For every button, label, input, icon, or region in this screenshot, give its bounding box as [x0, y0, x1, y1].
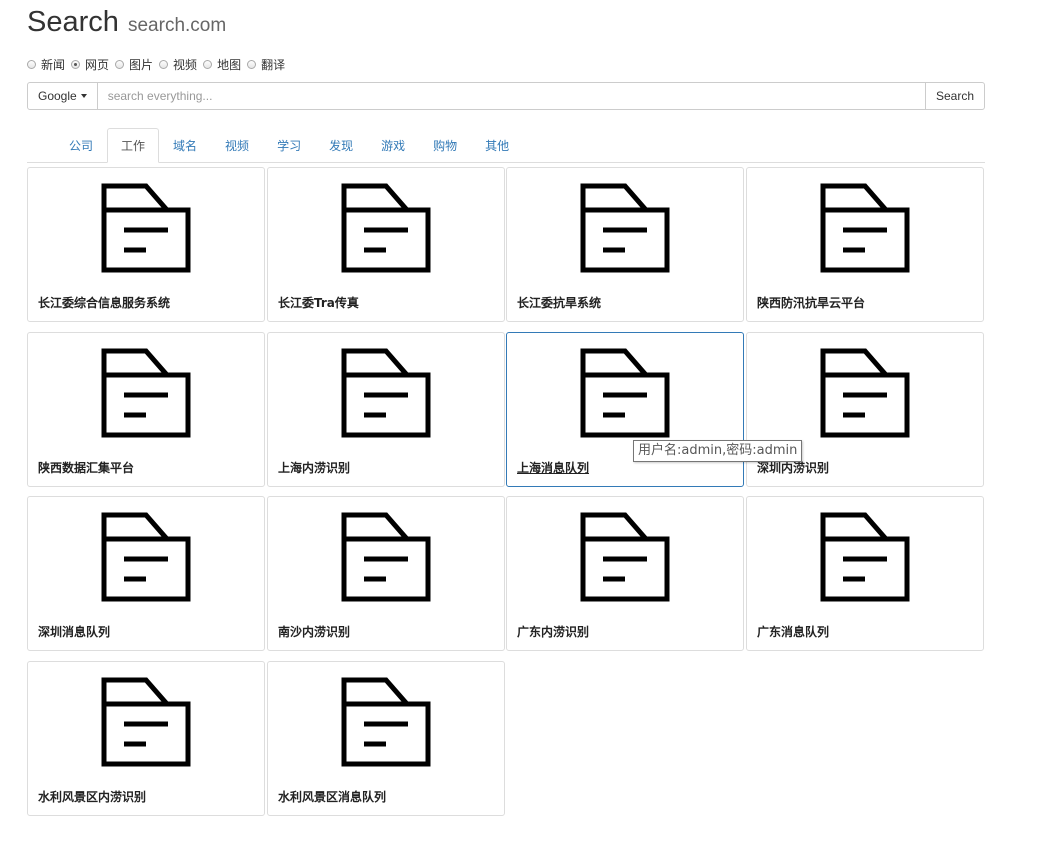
- folder-icon: [820, 348, 912, 440]
- folder-icon: [820, 512, 912, 604]
- category-radio-option[interactable]: 翻译: [247, 56, 285, 73]
- tab-item[interactable]: 公司: [55, 128, 107, 162]
- card-label[interactable]: 水利风景区内涝识别: [38, 788, 146, 805]
- app-card[interactable]: 长江委综合信息服务系统: [27, 167, 265, 322]
- tab-item[interactable]: 域名: [159, 128, 211, 162]
- radio-button[interactable]: [159, 60, 169, 69]
- card-label[interactable]: 长江委综合信息服务系统: [38, 294, 170, 311]
- app-card[interactable]: 长江委Tra传真: [267, 167, 505, 322]
- engine-label: Google: [38, 89, 77, 103]
- radio-button[interactable]: [27, 60, 36, 69]
- tab-item[interactable]: 其他: [471, 128, 523, 162]
- radio-label: 新闻: [41, 58, 66, 72]
- app-card[interactable]: 水利风景区消息队列: [267, 661, 505, 816]
- folder-icon: [580, 183, 672, 275]
- app-card[interactable]: 深圳消息队列: [27, 496, 265, 651]
- category-radio-option[interactable]: 视频: [159, 56, 197, 73]
- page-header: Search search.com: [27, 6, 226, 39]
- card-label[interactable]: 广东内涝识别: [517, 623, 589, 640]
- card-label[interactable]: 长江委抗旱系统: [517, 294, 601, 311]
- folder-icon: [101, 512, 193, 604]
- search-input[interactable]: [97, 82, 925, 110]
- tab-item[interactable]: 工作: [107, 128, 160, 163]
- radio-button[interactable]: [115, 60, 125, 69]
- app-card[interactable]: 南沙内涝识别: [267, 496, 505, 651]
- app-card[interactable]: 陕西数据汇集平台: [27, 332, 265, 487]
- radio-button[interactable]: [247, 60, 257, 69]
- app-card[interactable]: 广东消息队列: [746, 496, 984, 651]
- radio-label: 网页: [85, 58, 110, 72]
- tab-item[interactable]: 学习: [263, 128, 315, 162]
- card-label[interactable]: 深圳消息队列: [38, 623, 110, 640]
- app-card[interactable]: 深圳内涝识别: [746, 332, 984, 487]
- card-label[interactable]: 南沙内涝识别: [278, 623, 350, 640]
- radio-label: 图片: [129, 58, 154, 72]
- card-label[interactable]: 水利风景区消息队列: [278, 788, 386, 805]
- card-label[interactable]: 上海消息队列: [517, 459, 589, 476]
- app-card[interactable]: 水利风景区内涝识别: [27, 661, 265, 816]
- folder-icon: [580, 512, 672, 604]
- card-label[interactable]: 广东消息队列: [757, 623, 829, 640]
- folder-icon: [580, 348, 672, 440]
- app-card[interactable]: 广东内涝识别: [506, 496, 744, 651]
- folder-icon: [341, 348, 433, 440]
- radio-button[interactable]: [71, 60, 81, 69]
- tooltip: 用户名:admin,密码:admin: [633, 440, 803, 462]
- caret-down-icon: [80, 94, 87, 98]
- site-domain: search.com: [127, 15, 227, 36]
- search-bar: Google Search: [27, 82, 985, 110]
- radio-button[interactable]: [203, 60, 213, 69]
- app-card[interactable]: 上海内涝识别: [267, 332, 505, 487]
- folder-icon: [101, 677, 193, 769]
- tab-item[interactable]: 游戏: [367, 128, 419, 162]
- category-radio-option[interactable]: 新闻: [27, 56, 65, 73]
- app-card[interactable]: 陕西防汛抗旱云平台: [746, 167, 984, 322]
- tab-item[interactable]: 视频: [211, 128, 263, 162]
- site-title: Search: [27, 6, 119, 38]
- category-radio-option[interactable]: 网页: [71, 56, 109, 73]
- engine-dropdown-button[interactable]: Google: [27, 82, 98, 110]
- card-label[interactable]: 陕西防汛抗旱云平台: [757, 294, 865, 311]
- folder-icon: [341, 512, 433, 604]
- radio-label: 地图: [217, 58, 242, 72]
- folder-icon: [101, 183, 193, 275]
- card-label[interactable]: 陕西数据汇集平台: [38, 459, 134, 476]
- radio-label: 翻译: [261, 58, 286, 72]
- app-card[interactable]: 上海消息队列: [506, 332, 744, 487]
- card-label[interactable]: 长江委Tra传真: [278, 294, 359, 311]
- card-label[interactable]: 上海内涝识别: [278, 459, 350, 476]
- category-radio-option[interactable]: 地图: [203, 56, 241, 73]
- folder-icon: [101, 348, 193, 440]
- category-radio-group: 新闻 网页 图片 视频 地图 翻译: [27, 56, 291, 73]
- folder-icon: [820, 183, 912, 275]
- category-radio-option[interactable]: 图片: [115, 56, 153, 73]
- category-tabs: 公司 工作 域名 视频 学习 发现 游戏 购物 其他: [27, 128, 985, 163]
- tab-item[interactable]: 发现: [315, 128, 367, 162]
- folder-icon: [341, 677, 433, 769]
- radio-label: 视频: [173, 58, 198, 72]
- search-button[interactable]: Search: [924, 82, 985, 110]
- folder-icon: [341, 183, 433, 275]
- tab-list: 公司 工作 域名 视频 学习 发现 游戏 购物 其他: [27, 128, 985, 163]
- tab-item[interactable]: 购物: [419, 128, 471, 162]
- app-card[interactable]: 长江委抗旱系统: [506, 167, 744, 322]
